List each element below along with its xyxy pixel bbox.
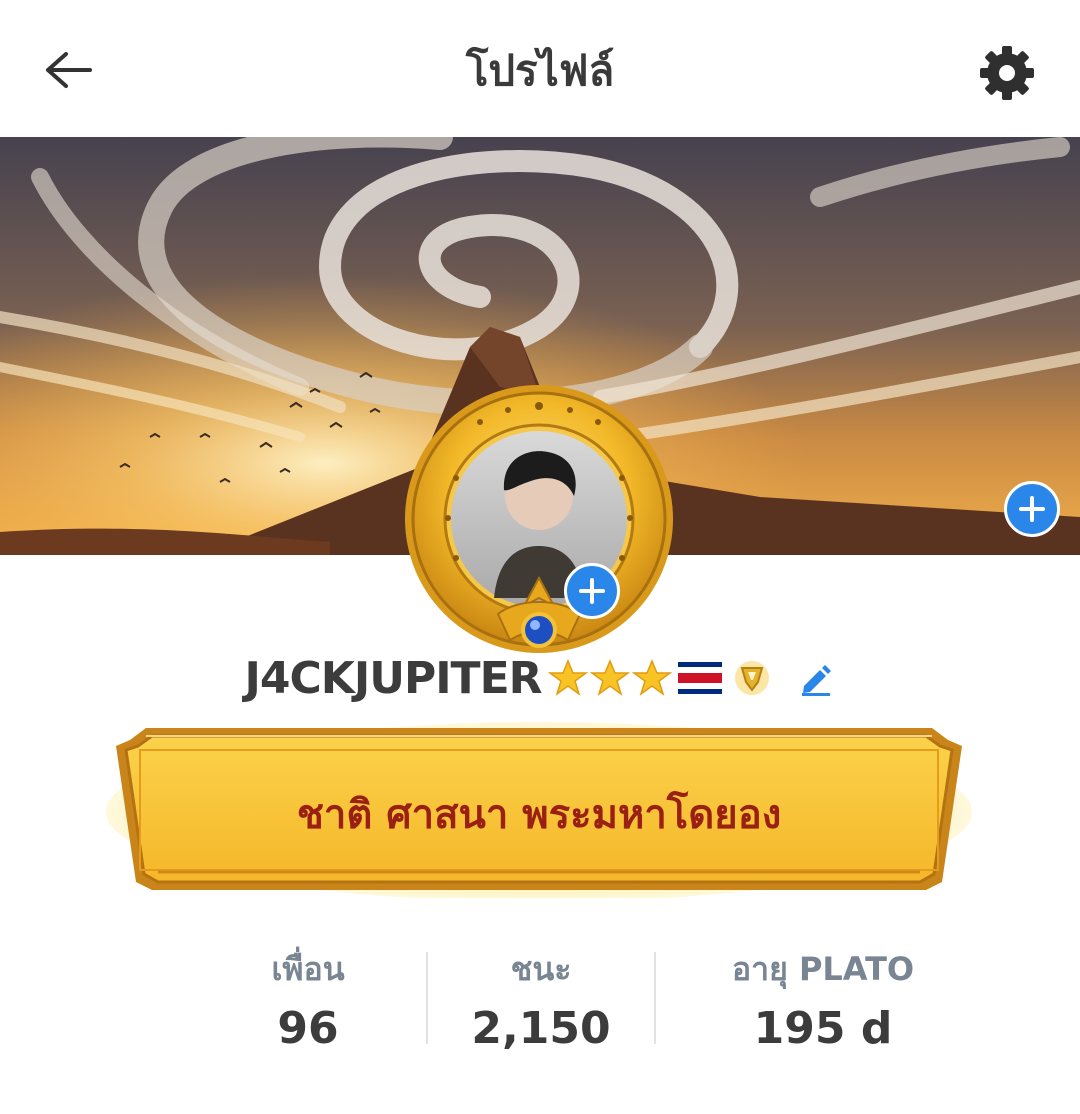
star-icon bbox=[631, 659, 672, 696]
stat-value: 2,150 bbox=[471, 1003, 611, 1054]
top-bar: โปรไฟล์ bbox=[0, 0, 1080, 137]
stat-label: ชนะ bbox=[510, 950, 572, 988]
stat-label: เพื่อน bbox=[271, 950, 345, 988]
star-icon bbox=[589, 659, 630, 696]
avatar[interactable] bbox=[398, 378, 680, 660]
edit-profile-button[interactable] bbox=[796, 658, 836, 698]
gear-icon bbox=[980, 46, 1034, 100]
stat-value: 96 bbox=[277, 1003, 339, 1054]
stat-label: อายุ PLATO bbox=[731, 950, 915, 988]
avatar-frame bbox=[405, 385, 673, 653]
page-title: โปรไฟล์ bbox=[465, 46, 615, 95]
stats-row: เพื่อน 96 ชนะ 2,150 อายุ PLATO 195 d bbox=[190, 944, 990, 1054]
avatar-add-button[interactable] bbox=[564, 563, 620, 619]
motto-text: ชาติ ศาสนา พระมหาโดยอง bbox=[296, 792, 782, 838]
stat-value: 195 d bbox=[753, 1003, 893, 1054]
stat-wins: ชนะ 2,150 bbox=[428, 944, 654, 1054]
plus-icon bbox=[579, 578, 605, 604]
settings-button[interactable] bbox=[974, 40, 1040, 106]
badges bbox=[547, 658, 772, 698]
plus-icon bbox=[1019, 496, 1045, 522]
name-row: J4CKJUPITER bbox=[0, 648, 1080, 708]
banner-add-button[interactable] bbox=[1004, 481, 1060, 537]
costa-rica-flag-icon bbox=[677, 662, 722, 694]
pencil-icon bbox=[801, 665, 831, 696]
star-icon bbox=[547, 659, 588, 696]
stat-friends[interactable]: เพื่อน 96 bbox=[190, 944, 426, 1054]
stat-plato-age: อายุ PLATO 195 d bbox=[656, 944, 990, 1054]
shield-badge-icon bbox=[734, 661, 769, 695]
username: J4CKJUPITER bbox=[244, 652, 542, 704]
